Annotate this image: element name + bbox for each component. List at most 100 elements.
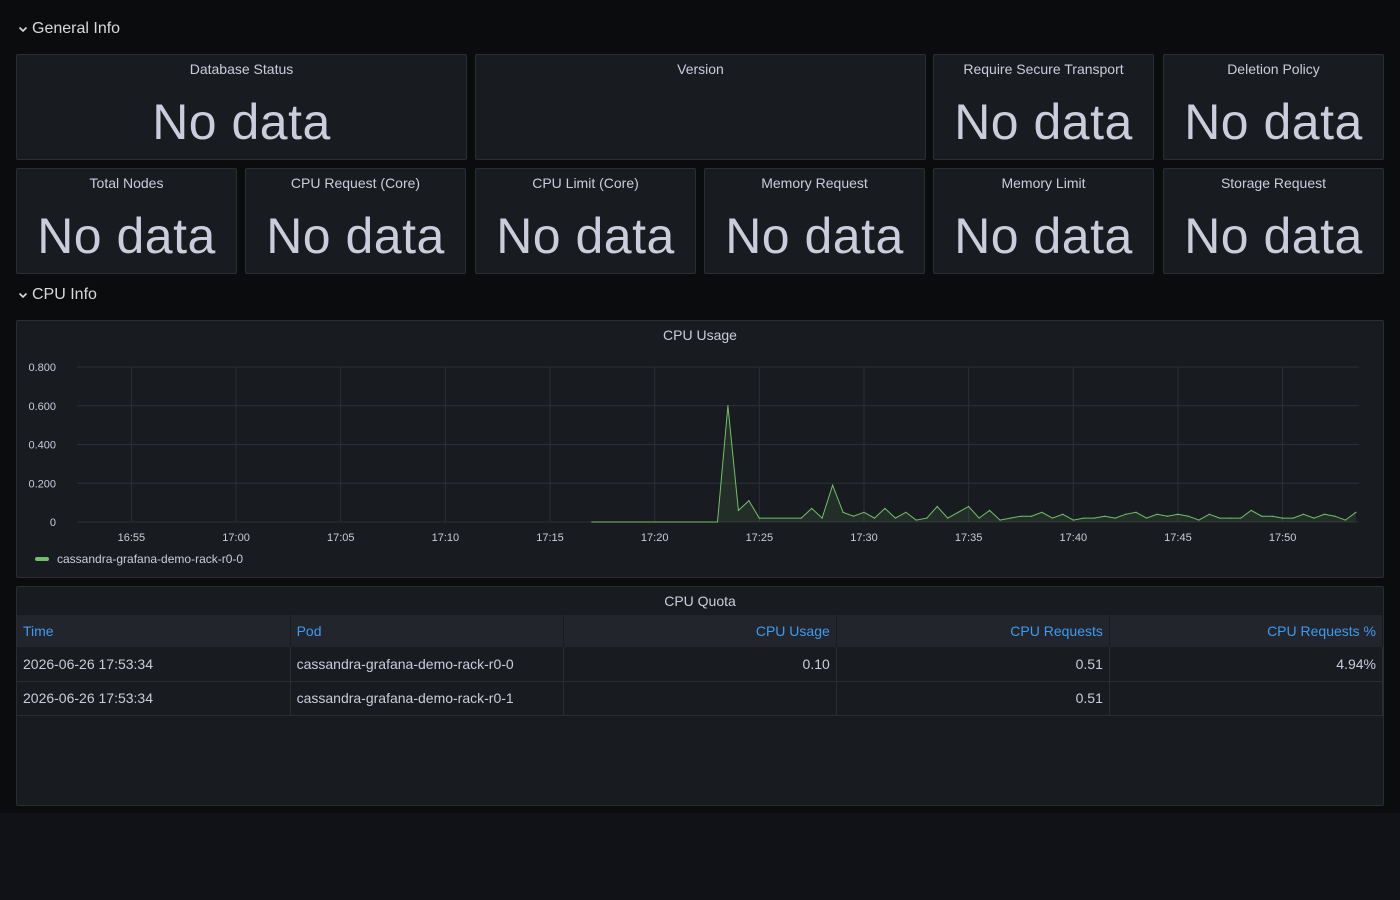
cell-pod: cassandra-grafana-demo-rack-r0-0 [290, 647, 564, 682]
cell-cpu-usage [563, 681, 837, 716]
x-tick-label: 16:55 [118, 532, 146, 544]
data-point [758, 517, 760, 519]
data-point [926, 517, 928, 519]
data-point [727, 405, 729, 407]
stat-panel-memory-request[interactable]: Memory Request No data [704, 168, 925, 274]
stat-value: No data [266, 208, 445, 264]
data-point [999, 519, 1001, 521]
table-panel-cpu-quota[interactable]: CPU Quota Time Pod CPU Usage CPU Request… [16, 586, 1384, 806]
panel-title: CPU Quota [664, 593, 736, 609]
stat-value: No data [152, 94, 331, 150]
data-point [1062, 513, 1064, 515]
data-point [1323, 513, 1326, 515]
data-point [800, 517, 802, 519]
chart-legend[interactable]: cassandra-grafana-demo-rack-r0-0 [35, 552, 243, 566]
column-header-cpu-usage[interactable]: CPU Usage [563, 615, 837, 647]
data-point [1114, 517, 1116, 519]
stat-panel-cpu-request[interactable]: CPU Request (Core) No data [245, 168, 466, 274]
row-title: CPU Info [32, 286, 97, 303]
stat-panel-storage-request[interactable]: Storage Request No data [1163, 168, 1384, 274]
panel-title: Database Status [189, 61, 294, 77]
y-tick-label: 0.600 [28, 401, 56, 413]
table-header-row: Time Pod CPU Usage CPU Requests CPU Requ… [17, 615, 1384, 647]
data-point [1292, 517, 1294, 519]
data-point [1240, 517, 1242, 519]
data-point [947, 517, 949, 519]
column-header-pod[interactable]: Pod [290, 615, 564, 647]
data-point [1009, 517, 1012, 519]
series-line[interactable] [591, 405, 1357, 523]
chevron-down-icon [18, 292, 28, 299]
data-point [1250, 509, 1252, 511]
legend-swatch [35, 557, 49, 561]
data-point [1187, 515, 1190, 517]
graph-panel-cpu-usage[interactable]: CPU Usage 0 0.200 0.400 0.600 0.800 16:55 17:0… [16, 320, 1384, 578]
data-point [1334, 515, 1336, 517]
cell-pod: cassandra-grafana-demo-rack-r0-1 [290, 681, 564, 716]
stat-panel-total-nodes[interactable]: Total Nodes No data [16, 168, 237, 274]
data-point [1282, 517, 1284, 519]
data-point [842, 511, 844, 513]
cell-cpu-requests: 0.51 [836, 647, 1110, 682]
y-tick-label: 0.400 [28, 440, 56, 452]
cell-time: 2026-06-26 17:53:34 [17, 681, 291, 716]
cell-cpu-requests-percent [1109, 681, 1384, 716]
chevron-down-icon [18, 26, 28, 33]
data-point [1083, 517, 1085, 519]
data-point [737, 509, 740, 511]
data-point [1125, 513, 1127, 515]
x-tick-label: 17:10 [432, 532, 460, 544]
data-point [811, 507, 813, 510]
data-point [821, 517, 823, 519]
stat-value: No data [37, 208, 216, 264]
row-header-cpu-info[interactable]: CPU Info [16, 286, 97, 304]
data-point [873, 517, 876, 519]
data-point [1177, 513, 1179, 515]
cell-cpu-usage: 0.10 [563, 647, 837, 682]
x-tick-label: 17:15 [536, 532, 564, 544]
stat-value: No data [496, 208, 675, 264]
column-header-time[interactable]: Time [17, 615, 291, 647]
stat-panel-cpu-limit[interactable]: CPU Limit (Core) No data [475, 168, 696, 274]
panel-title: CPU Usage [663, 327, 737, 343]
stat-panel-require-secure-transport[interactable]: Require Secure Transport No data [933, 54, 1154, 160]
data-point [1051, 517, 1053, 519]
data-point [1355, 511, 1357, 513]
data-point [1271, 515, 1273, 517]
stat-panel-version[interactable]: Version [475, 54, 926, 160]
panel-title: Deletion Policy [1227, 61, 1320, 77]
x-tick-label: 17:05 [327, 532, 355, 544]
panel-title: Version [677, 61, 724, 77]
data-point [1208, 513, 1210, 515]
stat-panel-deletion-policy[interactable]: Deletion Policy No data [1163, 54, 1384, 160]
panel-title: Storage Request [1220, 175, 1327, 191]
panel-title: Memory Limit [1001, 175, 1086, 191]
data-point [1313, 517, 1315, 519]
y-tick-label: 0.800 [28, 362, 56, 374]
data-point [1261, 515, 1263, 517]
y-tick-label: 0 [50, 517, 56, 529]
series-area [591, 405, 1356, 522]
data-point [988, 509, 991, 511]
row-header-general-info[interactable]: General Info [16, 20, 120, 38]
stat-value: No data [1184, 208, 1363, 264]
x-tick-label: 17:30 [850, 532, 878, 544]
panel-title: Require Secure Transport [963, 61, 1124, 77]
data-point [1166, 515, 1169, 517]
stat-value: No data [1184, 94, 1363, 150]
cpu-quota-table: Time Pod CPU Usage CPU Requests CPU Requ… [17, 615, 1384, 716]
data-point [748, 500, 750, 502]
data-point [1135, 511, 1137, 513]
stat-panel-database-status[interactable]: Database Status No data [16, 54, 467, 160]
x-tick-label: 17:50 [1269, 532, 1297, 544]
column-header-cpu-requests-percent[interactable]: CPU Requests % [1109, 615, 1384, 647]
data-point [978, 517, 980, 519]
dashboard-grid: General Info Database Status No data Ver… [0, 0, 1400, 813]
data-point [863, 511, 865, 513]
stat-panel-memory-limit[interactable]: Memory Limit No data [933, 168, 1154, 274]
stat-value: No data [954, 208, 1133, 264]
panel-title: CPU Request (Core) [290, 175, 421, 191]
data-point [957, 511, 959, 513]
data-point [1219, 517, 1221, 519]
column-header-cpu-requests[interactable]: CPU Requests [836, 615, 1110, 647]
